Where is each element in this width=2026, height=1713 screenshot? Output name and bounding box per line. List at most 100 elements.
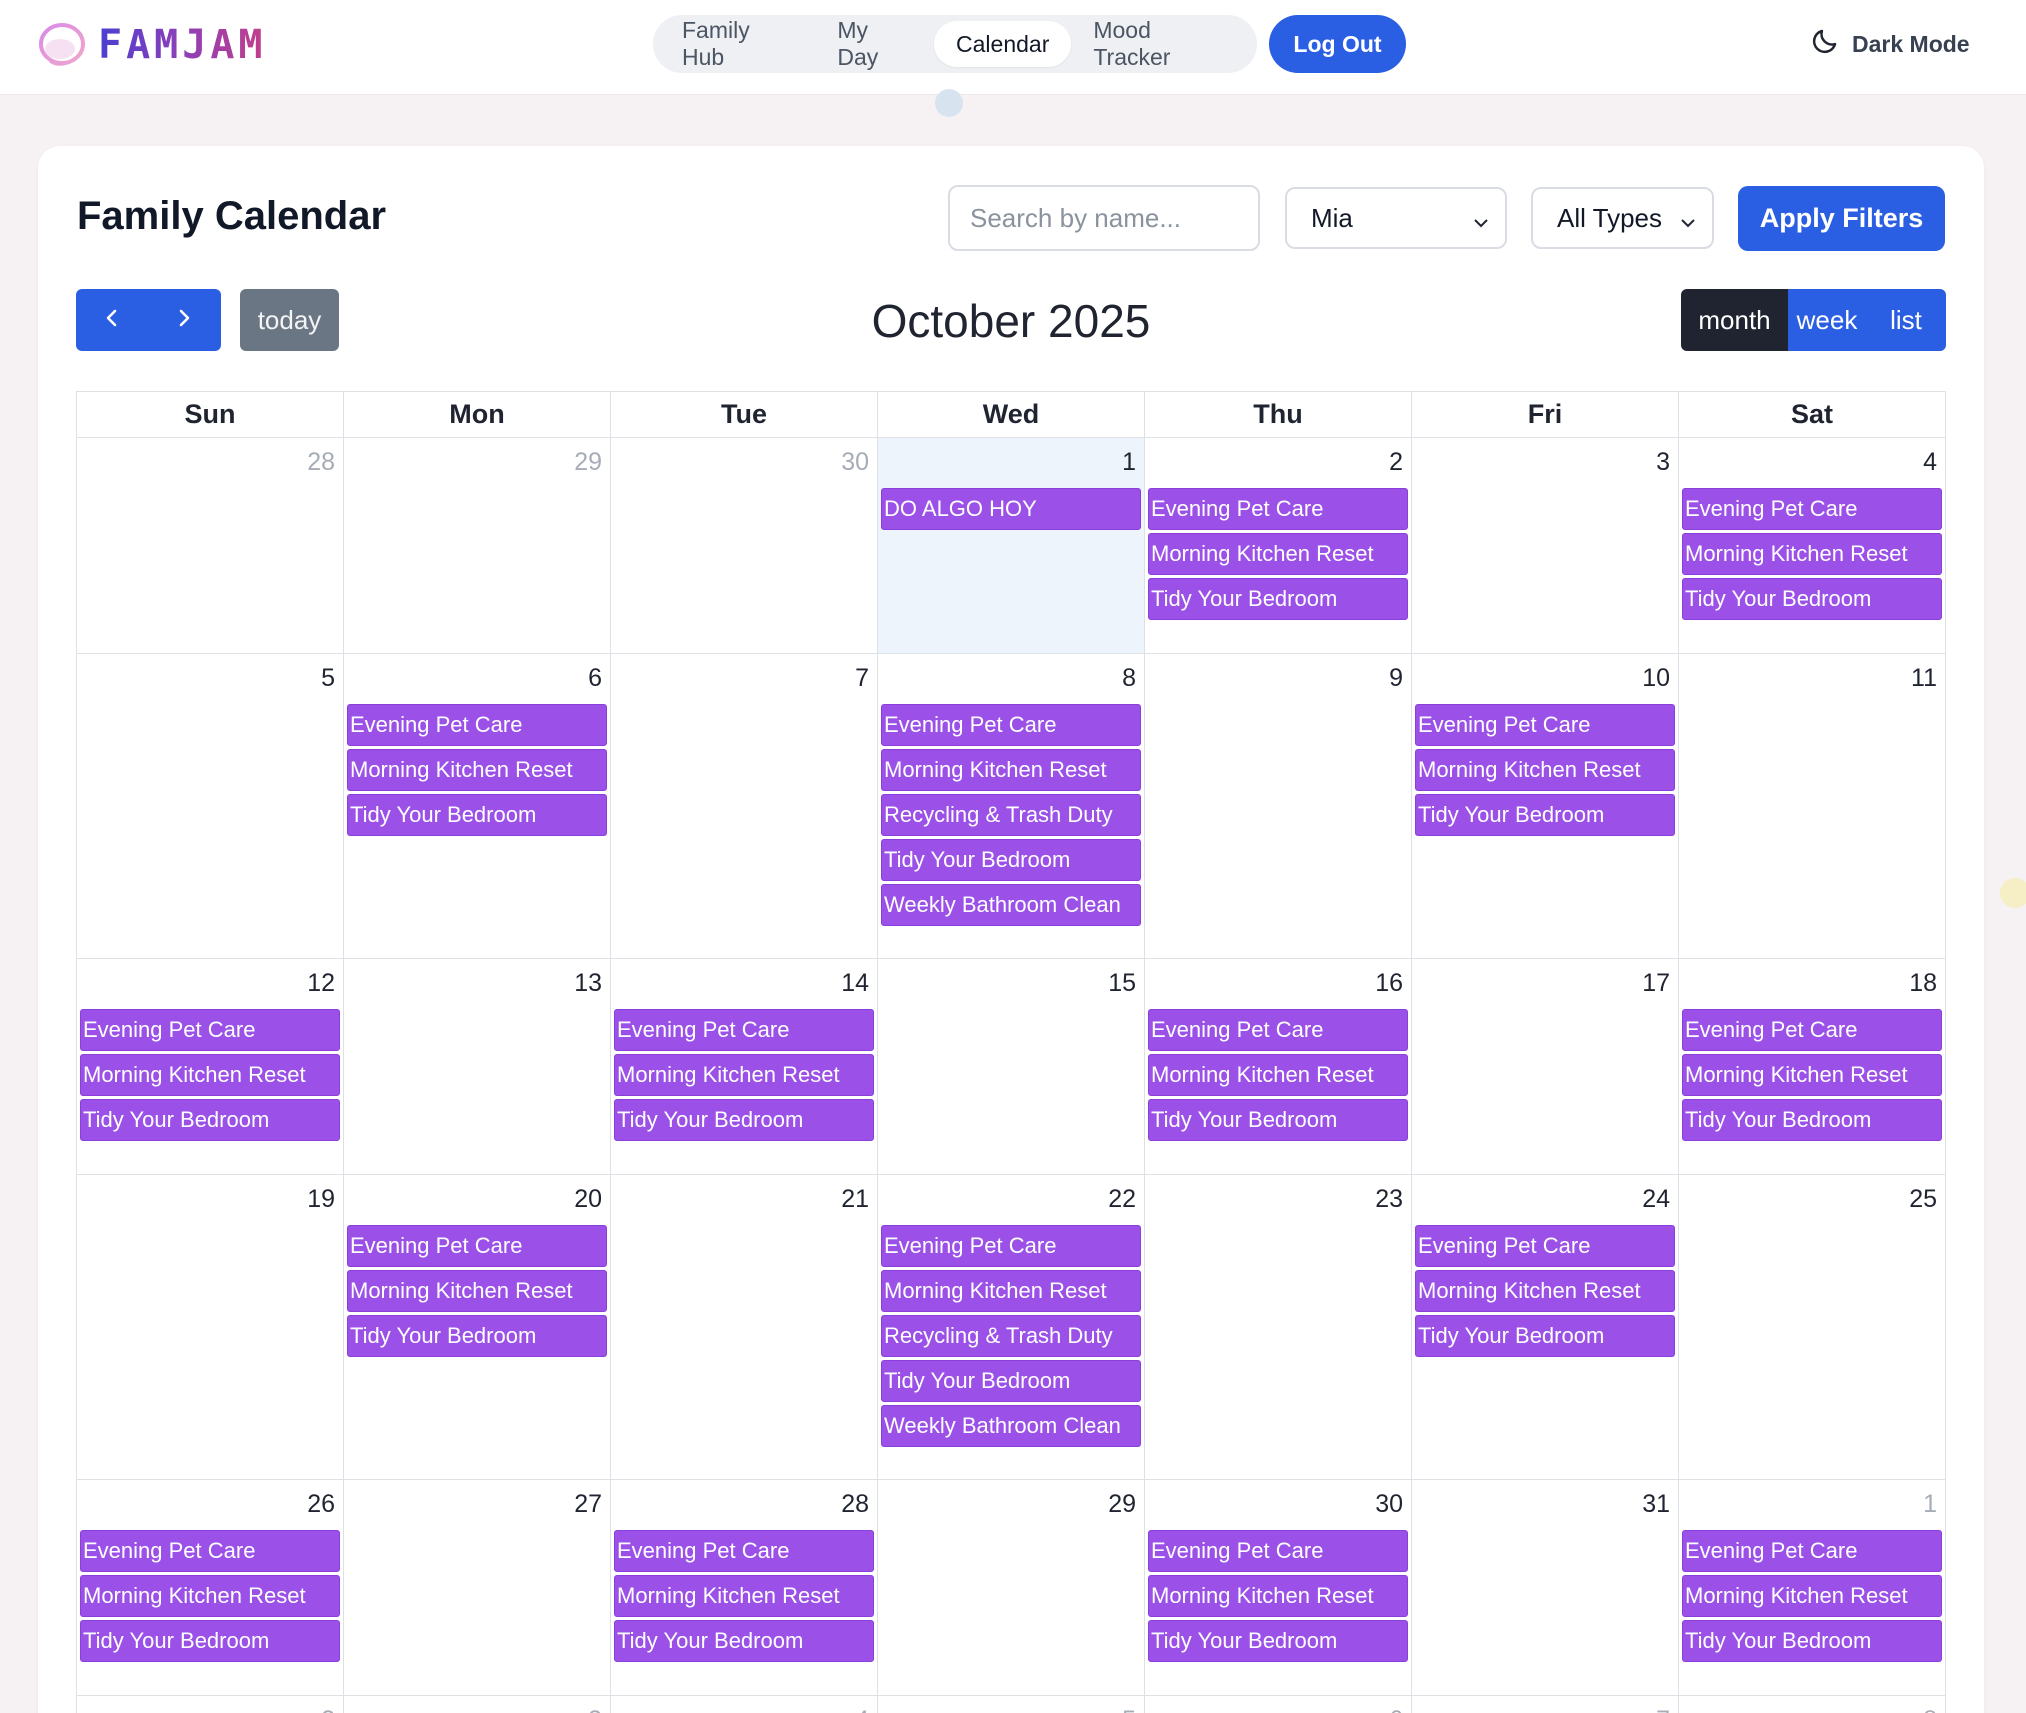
day-number[interactable]: 23 — [1375, 1185, 1403, 1214]
calendar-event[interactable]: Tidy Your Bedroom — [1415, 794, 1675, 836]
day-cell[interactable]: 6 Evening Pet Care Morning Kitchen Reset Ti… — [344, 654, 611, 959]
day-number[interactable]: 28 — [307, 448, 335, 477]
day-cell[interactable]: 24 Evening Pet Care Morning Kitchen Reset T… — [1412, 1175, 1679, 1480]
day-number[interactable]: 31 — [1642, 1490, 1670, 1519]
calendar-event[interactable]: Tidy Your Bedroom — [881, 1360, 1141, 1402]
day-cell[interactable]: 29 — [878, 1480, 1145, 1696]
calendar-event[interactable]: Tidy Your Bedroom — [80, 1099, 340, 1141]
day-cell[interactable]: 3 — [1412, 438, 1679, 654]
day-cell[interactable]: 5 — [77, 654, 344, 959]
dark-mode-toggle[interactable]: Dark Mode — [1810, 24, 1970, 64]
day-cell[interactable]: 16 Evening Pet Care Morning Kitchen Reset T… — [1145, 959, 1412, 1175]
day-cell[interactable]: 23 — [1145, 1175, 1412, 1480]
day-number[interactable]: 3 — [588, 1706, 602, 1713]
calendar-event[interactable]: Evening Pet Care — [1148, 488, 1408, 530]
calendar-event[interactable]: Tidy Your Bedroom — [614, 1620, 874, 1662]
calendar-event[interactable]: Tidy Your Bedroom — [1148, 1099, 1408, 1141]
nav-item-calendar[interactable]: Calendar — [934, 21, 1072, 67]
day-cell[interactable]: 26 Evening Pet Care Morning Kitchen Reset T… — [77, 1480, 344, 1696]
day-cell[interactable]: 22 Evening Pet Care Morning Kitchen Reset R… — [878, 1175, 1145, 1480]
day-number[interactable]: 17 — [1642, 969, 1670, 998]
day-cell[interactable]: 4 — [611, 1696, 878, 1713]
day-number[interactable]: 20 — [574, 1185, 602, 1214]
calendar-event[interactable]: Morning Kitchen Reset — [614, 1575, 874, 1617]
day-cell[interactable]: 17 — [1412, 959, 1679, 1175]
calendar-event[interactable]: Morning Kitchen Reset — [614, 1054, 874, 1096]
day-cell[interactable]: 28 — [77, 438, 344, 654]
day-number[interactable]: 2 — [1389, 448, 1403, 477]
day-cell[interactable]: 19 — [77, 1175, 344, 1480]
calendar-event[interactable]: Morning Kitchen Reset — [80, 1575, 340, 1617]
day-number[interactable]: 1 — [1923, 1490, 1937, 1519]
nav-item-family-hub[interactable]: Family Hub — [660, 17, 815, 70]
day-number[interactable]: 16 — [1375, 969, 1403, 998]
calendar-event[interactable]: Evening Pet Care — [80, 1530, 340, 1572]
day-number[interactable]: 13 — [574, 969, 602, 998]
day-number[interactable]: 18 — [1909, 969, 1937, 998]
calendar-event[interactable]: Tidy Your Bedroom — [347, 794, 607, 836]
day-number[interactable]: 6 — [588, 664, 602, 693]
day-cell[interactable]: 3 — [344, 1696, 611, 1713]
day-number[interactable]: 4 — [1923, 448, 1937, 477]
calendar-event[interactable]: Weekly Bathroom Clean — [881, 1405, 1141, 1447]
day-number[interactable]: 28 — [841, 1490, 869, 1519]
day-number[interactable]: 19 — [307, 1185, 335, 1214]
logout-button[interactable]: Log Out — [1269, 15, 1406, 73]
calendar-event[interactable]: DO ALGO HOY — [881, 488, 1141, 530]
calendar-event[interactable]: Tidy Your Bedroom — [80, 1620, 340, 1662]
day-cell[interactable]: 28 Evening Pet Care Morning Kitchen Reset T… — [611, 1480, 878, 1696]
day-number[interactable]: 29 — [1108, 1490, 1136, 1519]
calendar-event[interactable]: Morning Kitchen Reset — [1148, 533, 1408, 575]
nav-item-mood-tracker[interactable]: Mood Tracker — [1071, 17, 1250, 70]
day-cell[interactable]: 7 — [1412, 1696, 1679, 1713]
calendar-event[interactable]: Tidy Your Bedroom — [1415, 1315, 1675, 1357]
day-cell[interactable]: 15 — [878, 959, 1145, 1175]
calendar-event[interactable]: Tidy Your Bedroom — [1682, 578, 1942, 620]
apply-filters-button[interactable]: Apply Filters — [1738, 186, 1945, 251]
day-number[interactable]: 30 — [1375, 1490, 1403, 1519]
day-number[interactable]: 1 — [1122, 448, 1136, 477]
calendar-event[interactable]: Evening Pet Care — [1415, 704, 1675, 746]
day-cell[interactable]: 20 Evening Pet Care Morning Kitchen Reset T… — [344, 1175, 611, 1480]
day-cell[interactable]: 18 Evening Pet Care Morning Kitchen Reset T… — [1679, 959, 1946, 1175]
calendar-event[interactable]: Morning Kitchen Reset — [1148, 1054, 1408, 1096]
calendar-event[interactable]: Tidy Your Bedroom — [1148, 578, 1408, 620]
search-input[interactable] — [948, 185, 1260, 251]
calendar-event[interactable]: Evening Pet Care — [1148, 1530, 1408, 1572]
day-number[interactable]: 21 — [841, 1185, 869, 1214]
calendar-event[interactable]: Evening Pet Care — [881, 1225, 1141, 1267]
day-number[interactable]: 11 — [1911, 664, 1937, 693]
calendar-event[interactable]: Evening Pet Care — [347, 1225, 607, 1267]
day-cell[interactable]: 8 — [1679, 1696, 1946, 1713]
calendar-event[interactable]: Evening Pet Care — [80, 1009, 340, 1051]
day-number[interactable]: 8 — [1122, 664, 1136, 693]
calendar-event[interactable]: Recycling & Trash Duty — [881, 1315, 1141, 1357]
day-number[interactable]: 10 — [1642, 664, 1670, 693]
calendar-event[interactable]: Evening Pet Care — [1682, 1530, 1942, 1572]
calendar-event[interactable]: Morning Kitchen Reset — [881, 749, 1141, 791]
day-cell-today[interactable]: 1 DO ALGO HOY — [878, 438, 1145, 654]
day-cell[interactable]: 21 — [611, 1175, 878, 1480]
day-number[interactable]: 26 — [307, 1490, 335, 1519]
day-cell[interactable]: 25 — [1679, 1175, 1946, 1480]
calendar-event[interactable]: Morning Kitchen Reset — [347, 749, 607, 791]
calendar-event[interactable]: Evening Pet Care — [1148, 1009, 1408, 1051]
day-cell[interactable]: 14 Evening Pet Care Morning Kitchen Reset T… — [611, 959, 878, 1175]
brand-logo[interactable]: FAMJAM — [36, 18, 267, 72]
day-cell[interactable]: 1 Evening Pet Care Morning Kitchen Reset Ti… — [1679, 1480, 1946, 1696]
day-cell[interactable]: 10 Evening Pet Care Morning Kitchen Reset T… — [1412, 654, 1679, 959]
calendar-event[interactable]: Evening Pet Care — [1415, 1225, 1675, 1267]
member-filter-select[interactable]: Mia — [1285, 187, 1507, 249]
day-number[interactable]: 24 — [1642, 1185, 1670, 1214]
day-number[interactable]: 30 — [841, 448, 869, 477]
day-cell[interactable]: 7 — [611, 654, 878, 959]
calendar-event[interactable]: Evening Pet Care — [614, 1530, 874, 1572]
day-cell[interactable]: 9 — [1145, 654, 1412, 959]
day-cell[interactable]: 12 Evening Pet Care Morning Kitchen Reset T… — [77, 959, 344, 1175]
day-cell[interactable]: 2 Evening Pet Care Morning Kitchen Reset Ti… — [1145, 438, 1412, 654]
nav-item-my-day[interactable]: My Day — [815, 17, 934, 70]
day-cell[interactable]: 11 — [1679, 654, 1946, 959]
calendar-event[interactable]: Morning Kitchen Reset — [1415, 1270, 1675, 1312]
view-list-button[interactable]: list — [1866, 289, 1946, 351]
calendar-event[interactable]: Evening Pet Care — [1682, 488, 1942, 530]
